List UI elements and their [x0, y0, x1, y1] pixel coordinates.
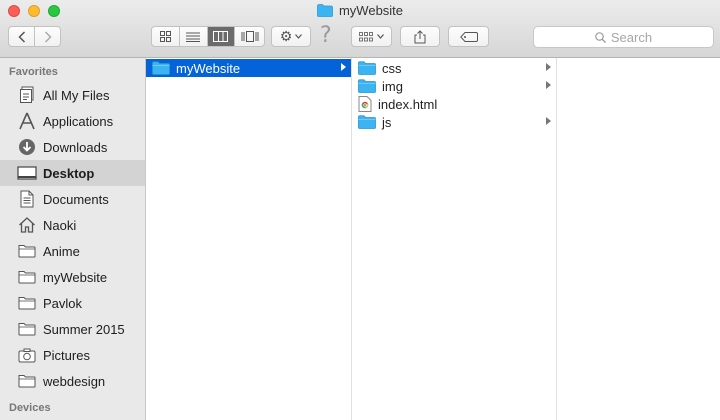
folder-icon: [358, 79, 376, 93]
grid-icon: [159, 31, 171, 42]
share-button[interactable]: [400, 26, 440, 47]
favorites-list: All My Files Applications Downloads Desktop…: [0, 82, 145, 394]
sidebar-item-naoki[interactable]: Naoki: [0, 212, 145, 238]
sidebar-item-label: All My Files: [43, 87, 110, 103]
sidebar-item-label: Anime: [43, 243, 80, 259]
sidebar-item-desktop[interactable]: Desktop: [0, 160, 145, 186]
folder-icon: [317, 4, 333, 17]
html-file-icon: [358, 96, 372, 112]
folder-row[interactable]: img: [352, 77, 556, 95]
item-name: css: [382, 60, 402, 76]
sidebar-item-label: Naoki: [43, 217, 77, 233]
item-name: js: [382, 114, 392, 130]
sidebar-item-all-my-files[interactable]: All My Files: [0, 82, 145, 108]
list-icon: [186, 32, 201, 42]
item-name: myWebsite: [176, 60, 241, 76]
gear-icon: ⚙: [279, 28, 293, 45]
columns-icon: [213, 31, 229, 42]
item-name: index.html: [378, 96, 438, 112]
disclosure-arrow-icon: [341, 63, 346, 71]
folder-icon: [358, 61, 376, 75]
list-view-button[interactable]: [180, 27, 208, 46]
help-icon[interactable]: ?: [320, 23, 332, 48]
favorites-header: Favorites: [9, 66, 58, 78]
desktop-icon: [17, 163, 37, 183]
window-title: myWebsite: [0, 3, 720, 18]
chevron-right-icon: [44, 30, 52, 43]
view-mode-selector: [151, 26, 265, 47]
share-icon: [414, 29, 426, 43]
back-button[interactable]: [9, 27, 35, 46]
applications-icon: [17, 111, 37, 131]
folder-icon: [17, 293, 37, 313]
column-1: css img index.html js: [352, 58, 557, 420]
nav-buttons: [8, 26, 61, 47]
arrange-grid-icon: [359, 31, 373, 41]
search-field[interactable]: Search: [533, 26, 714, 48]
search-icon: [595, 31, 606, 43]
arrange-menu-button[interactable]: [351, 26, 392, 47]
folder-row[interactable]: js: [352, 113, 556, 131]
folder-icon: [17, 319, 37, 339]
sidebar-item-label: Downloads: [43, 139, 108, 155]
devices-header: Devices: [9, 402, 51, 414]
sidebar-item-label: Desktop: [43, 165, 95, 181]
folder-icon: [358, 115, 376, 129]
folder-icon: [152, 61, 170, 75]
home-icon: [17, 215, 37, 235]
sidebar-item-label: Summer 2015: [43, 321, 125, 337]
chevron-down-icon: [377, 34, 384, 39]
all-files-icon: [17, 85, 37, 105]
window-title-text: myWebsite: [338, 3, 404, 18]
tag-icon: [459, 31, 478, 42]
column-view-button[interactable]: [207, 27, 236, 46]
cover-flow-view-button[interactable]: [235, 27, 264, 46]
tag-button[interactable]: [448, 26, 489, 47]
sidebar-item-label: webdesign: [43, 373, 106, 389]
folder-icon: [17, 267, 37, 287]
forward-button[interactable]: [35, 27, 60, 46]
sidebar-item-applications[interactable]: Applications: [0, 108, 145, 134]
sidebar-item-webdesign[interactable]: webdesign: [0, 368, 145, 394]
downloads-icon: [17, 137, 37, 157]
sidebar-item-anime[interactable]: Anime: [0, 238, 145, 264]
disclosure-arrow-icon: [546, 63, 551, 71]
folder-icon: [17, 241, 37, 261]
column-2: [557, 58, 720, 420]
sidebar-item-downloads[interactable]: Downloads: [0, 134, 145, 160]
search-placeholder: Search: [610, 29, 653, 45]
disclosure-arrow-icon: [546, 81, 551, 89]
cover-flow-icon: [241, 31, 259, 42]
chevron-down-icon: [295, 34, 303, 39]
folder-row[interactable]: myWebsite: [146, 59, 351, 77]
sidebar-item-summer-2015[interactable]: Summer 2015: [0, 316, 145, 342]
file-row[interactable]: index.html: [352, 95, 556, 113]
sidebar-item-label: Documents: [43, 191, 109, 207]
folder-row[interactable]: css: [352, 59, 556, 77]
icon-view-button[interactable]: [152, 27, 180, 46]
sidebar-item-pictures[interactable]: Pictures: [0, 342, 145, 368]
disclosure-arrow-icon: [546, 117, 551, 125]
sidebar-item-label: Pavlok: [43, 295, 83, 311]
chevron-left-icon: [17, 30, 25, 43]
camera-icon: [17, 345, 37, 365]
sidebar-item-mywebsite[interactable]: myWebsite: [0, 264, 145, 290]
sidebar-item-label: myWebsite: [43, 269, 108, 285]
column-0: myWebsite: [146, 58, 352, 420]
sidebar-item-label: Applications: [43, 113, 114, 129]
sidebar: Favorites All My Files Applications Downlo…: [0, 58, 146, 420]
toolbar: myWebsite ⚙ ? Search: [0, 0, 720, 58]
sidebar-item-pavlok[interactable]: Pavlok: [0, 290, 145, 316]
documents-icon: [17, 189, 37, 209]
folder-icon: [17, 371, 37, 391]
item-name: img: [382, 78, 403, 94]
sidebar-item-label: Pictures: [43, 347, 90, 363]
action-menu-button[interactable]: ⚙: [271, 26, 311, 47]
sidebar-item-documents[interactable]: Documents: [0, 186, 145, 212]
